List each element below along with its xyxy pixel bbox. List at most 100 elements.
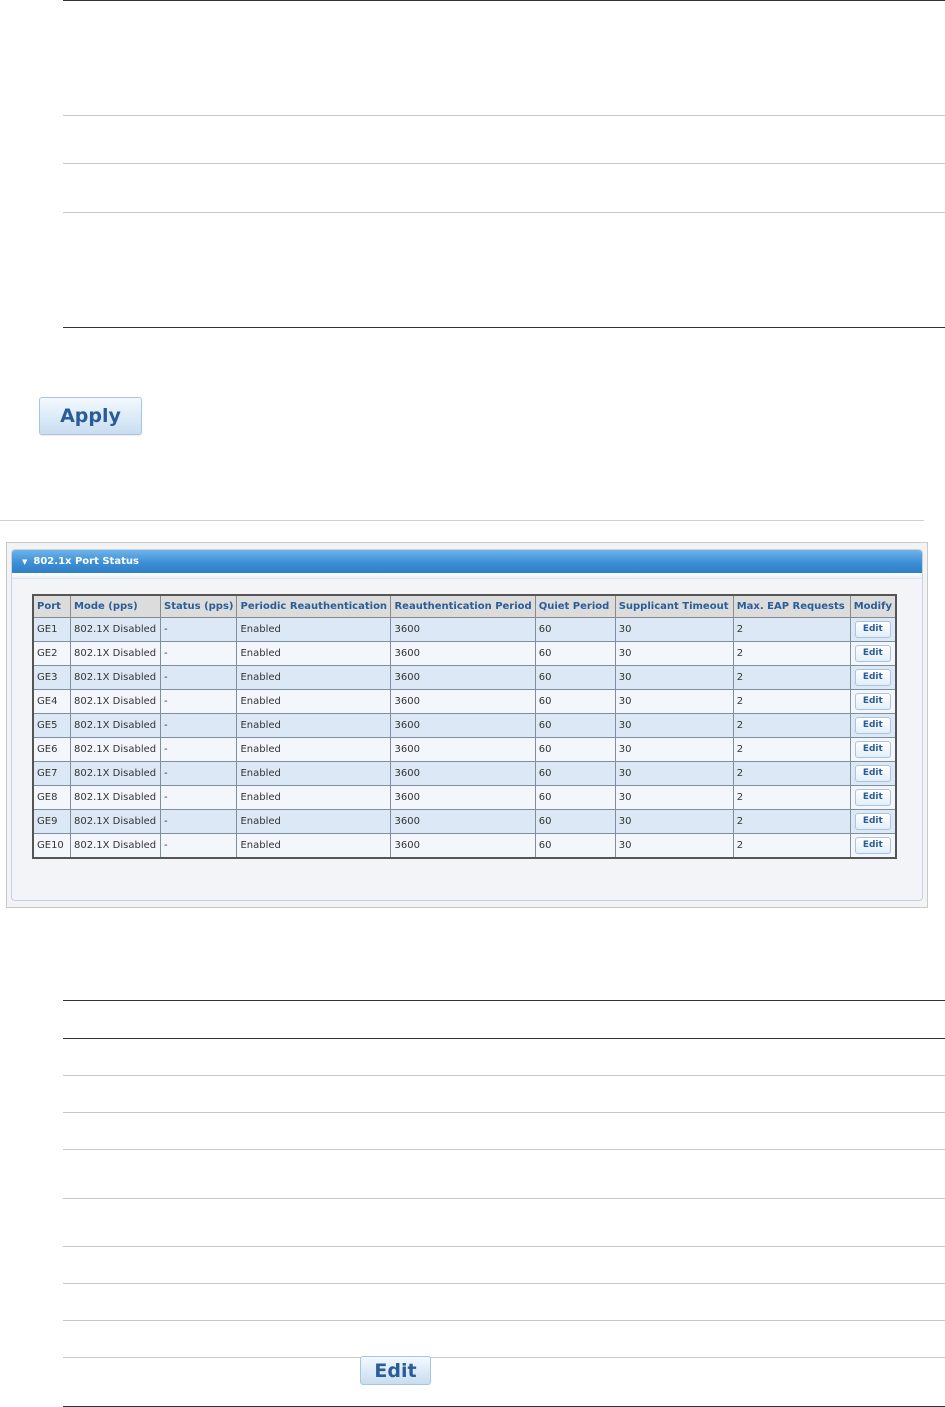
cell-modify: Edit bbox=[849, 665, 897, 690]
cell-max-eap: 2 bbox=[732, 785, 851, 810]
table-row-divider bbox=[63, 1198, 945, 1199]
cell-mode: 802.1X Disabled bbox=[70, 761, 161, 786]
table-row: GE9 802.1X Disabled - Enabled 3600 60 30 2 Edit bbox=[32, 809, 897, 834]
table-row-divider bbox=[63, 1283, 945, 1284]
cell-reauth-period: 3600 bbox=[390, 737, 536, 762]
cell-reauth-period: 3600 bbox=[390, 713, 536, 738]
cell-quiet-period: 60 bbox=[534, 713, 616, 738]
cell-supplicant-timeout: 30 bbox=[614, 785, 734, 810]
port-status-screenshot: ▼ 802.1x Port Status Port Mode (pps) Sta… bbox=[6, 542, 928, 908]
cell-port: GE1 bbox=[32, 617, 71, 642]
cell-periodic: Enabled bbox=[236, 785, 392, 810]
cell-reauth-period: 3600 bbox=[390, 809, 536, 834]
col-header-modify: Modify bbox=[849, 594, 897, 618]
table-header-row: Port Mode (pps) Status (pps) Periodic Re… bbox=[32, 594, 897, 618]
cell-reauth-period: 3600 bbox=[390, 665, 536, 690]
collapse-caret-icon[interactable]: ▼ bbox=[22, 558, 27, 566]
cell-max-eap: 2 bbox=[732, 737, 851, 762]
edit-button[interactable]: Edit bbox=[854, 645, 891, 662]
cell-status: - bbox=[159, 641, 238, 666]
cell-port: GE2 bbox=[32, 641, 71, 666]
cell-periodic: Enabled bbox=[236, 833, 392, 859]
cell-quiet-period: 60 bbox=[534, 785, 616, 810]
cell-supplicant-timeout: 30 bbox=[614, 617, 734, 642]
cell-max-eap: 2 bbox=[732, 713, 851, 738]
cell-supplicant-timeout: 30 bbox=[614, 833, 734, 859]
col-header-reauth-period: Reauthentication Period bbox=[390, 594, 536, 618]
cell-mode: 802.1X Disabled bbox=[70, 665, 161, 690]
cell-modify: Edit bbox=[849, 785, 897, 810]
col-header-supplicant-timeout: Supplicant Timeout bbox=[614, 594, 734, 618]
cell-max-eap: 2 bbox=[732, 761, 851, 786]
edit-button[interactable]: Edit bbox=[854, 717, 891, 734]
table-row: GE8 802.1X Disabled - Enabled 3600 60 30 2 Edit bbox=[32, 785, 897, 810]
cell-periodic: Enabled bbox=[236, 737, 392, 762]
cell-reauth-period: 3600 bbox=[390, 641, 536, 666]
cell-mode: 802.1X Disabled bbox=[70, 641, 161, 666]
edit-button[interactable]: Edit bbox=[854, 837, 891, 854]
panel-title: 802.1x Port Status bbox=[33, 556, 139, 567]
edit-button[interactable]: Edit bbox=[854, 693, 891, 710]
edit-button[interactable]: Edit bbox=[854, 765, 891, 782]
cell-port: GE4 bbox=[32, 689, 71, 714]
cell-mode: 802.1X Disabled bbox=[70, 833, 161, 859]
panel-subbar bbox=[12, 573, 922, 579]
edit-button[interactable]: Edit bbox=[854, 621, 891, 638]
cell-reauth-period: 3600 bbox=[390, 689, 536, 714]
cell-mode: 802.1X Disabled bbox=[70, 689, 161, 714]
cell-modify: Edit bbox=[849, 809, 897, 834]
cell-mode: 802.1X Disabled bbox=[70, 809, 161, 834]
col-header-max-eap: Max. EAP Requests bbox=[732, 594, 851, 618]
edit-button[interactable]: Edit bbox=[854, 741, 891, 758]
cell-quiet-period: 60 bbox=[534, 641, 616, 666]
cell-quiet-period: 60 bbox=[534, 737, 616, 762]
cell-supplicant-timeout: 30 bbox=[614, 689, 734, 714]
port-status-table: Port Mode (pps) Status (pps) Periodic Re… bbox=[32, 594, 897, 859]
cell-modify: Edit bbox=[849, 641, 897, 666]
cell-max-eap: 2 bbox=[732, 641, 851, 666]
cell-port: GE8 bbox=[32, 785, 71, 810]
table-row-divider bbox=[63, 1075, 945, 1076]
cell-status: - bbox=[159, 785, 238, 810]
cell-port: GE5 bbox=[32, 713, 71, 738]
panel-header[interactable]: ▼ 802.1x Port Status bbox=[12, 550, 922, 573]
cell-port: GE10 bbox=[32, 833, 71, 859]
cell-status: - bbox=[159, 689, 238, 714]
cell-periodic: Enabled bbox=[236, 761, 392, 786]
table-row: GE2 802.1X Disabled - Enabled 3600 60 30 2 Edit bbox=[32, 641, 897, 666]
table-row-divider bbox=[63, 1246, 945, 1247]
cell-supplicant-timeout: 30 bbox=[614, 713, 734, 738]
cell-quiet-period: 60 bbox=[534, 617, 616, 642]
edit-button[interactable]: Edit bbox=[854, 789, 891, 806]
table-row: GE6 802.1X Disabled - Enabled 3600 60 30 2 Edit bbox=[32, 737, 897, 762]
cell-periodic: Enabled bbox=[236, 809, 392, 834]
table-row-divider bbox=[63, 1149, 945, 1150]
table-row-divider bbox=[63, 115, 945, 116]
cell-quiet-period: 60 bbox=[534, 833, 616, 859]
cell-max-eap: 2 bbox=[732, 809, 851, 834]
col-header-quiet-period: Quiet Period bbox=[534, 594, 616, 618]
cell-quiet-period: 60 bbox=[534, 665, 616, 690]
cell-reauth-period: 3600 bbox=[390, 617, 536, 642]
col-header-status: Status (pps) bbox=[159, 594, 238, 618]
cell-supplicant-timeout: 30 bbox=[614, 665, 734, 690]
cell-periodic: Enabled bbox=[236, 641, 392, 666]
cell-status: - bbox=[159, 665, 238, 690]
cell-reauth-period: 3600 bbox=[390, 761, 536, 786]
cell-quiet-period: 60 bbox=[534, 809, 616, 834]
cell-mode: 802.1X Disabled bbox=[70, 785, 161, 810]
edit-button[interactable]: Edit bbox=[854, 669, 891, 686]
table-row: GE1 802.1X Disabled - Enabled 3600 60 30 2 Edit bbox=[32, 617, 897, 642]
edit-button[interactable]: Edit bbox=[854, 813, 891, 830]
apply-button[interactable]: Apply bbox=[39, 397, 142, 435]
cell-max-eap: 2 bbox=[732, 617, 851, 642]
table-row-divider bbox=[63, 1320, 945, 1321]
table-row: GE4 802.1X Disabled - Enabled 3600 60 30 2 Edit bbox=[32, 689, 897, 714]
col-header-port: Port bbox=[32, 594, 71, 618]
cell-modify: Edit bbox=[849, 713, 897, 738]
edit-button-illustration[interactable]: Edit bbox=[360, 1356, 431, 1385]
cell-periodic: Enabled bbox=[236, 689, 392, 714]
cell-port: GE9 bbox=[32, 809, 71, 834]
cell-periodic: Enabled bbox=[236, 665, 392, 690]
cell-max-eap: 2 bbox=[732, 665, 851, 690]
